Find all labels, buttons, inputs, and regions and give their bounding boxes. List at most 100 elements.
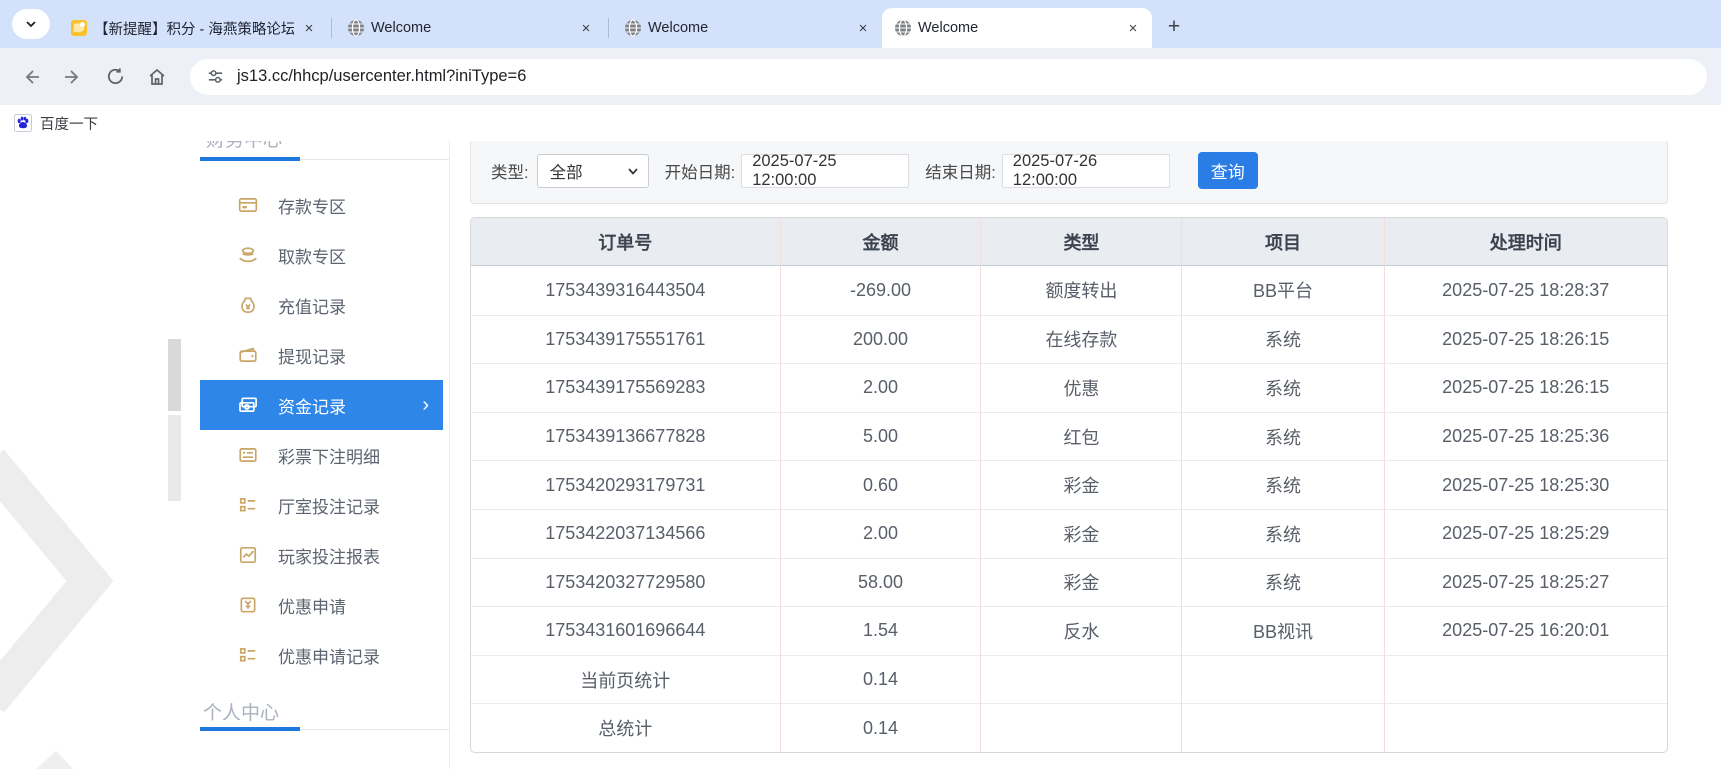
- watermark-chevrons: [0, 339, 181, 769]
- type-select[interactable]: 全部: [536, 153, 649, 188]
- site-settings-tune-icon: [208, 70, 223, 83]
- sidebar-menu: 存款专区 取款专区 充值记录 提现记录 资金记录 › 彩票下注明细 厅室投注记录: [200, 180, 449, 680]
- table-cell: [1383, 654, 1667, 704]
- table-cell: [1181, 703, 1384, 752]
- table-cell: 200.00: [779, 314, 981, 364]
- table-cell: 1753439316443504: [545, 279, 706, 300]
- url-bar[interactable]: js13.cc/hhcp/usercenter.html?iniType=6: [190, 58, 1707, 95]
- sidebar-item-deposit-card[interactable]: 存款专区: [200, 180, 449, 230]
- table-cell: 红包: [980, 411, 1182, 461]
- table-cell: 彩金: [980, 508, 1182, 558]
- sidebar-item-recharge-bag[interactable]: 充值记录: [200, 280, 449, 330]
- sidebar-item-promo-record[interactable]: 优惠申请记录: [200, 630, 449, 680]
- type-label: 类型:: [491, 163, 529, 182]
- table-cell: [980, 703, 1182, 752]
- table-cell: 0.60: [779, 460, 981, 509]
- table-cell: 额度转出: [980, 266, 1181, 315]
- tab-close-icon[interactable]: ×: [1124, 19, 1142, 37]
- browser-toolbar: js13.cc/hhcp/usercenter.html?iniType=6: [0, 48, 1721, 105]
- reload-button[interactable]: [98, 60, 132, 94]
- tab-close-icon[interactable]: ×: [854, 19, 872, 37]
- table-cell: 2025-07-25 18:25:27: [1383, 557, 1667, 607]
- table-cell: 1753439136677828: [471, 411, 780, 461]
- funds-record-table: 订单号 金额 类型 项目 处理时间 1753439316443504 -269.00 额度转…: [470, 217, 1668, 753]
- bookmark-label: 百度一下: [40, 116, 98, 133]
- table-cell: 0.14: [779, 703, 981, 752]
- back-button[interactable]: [14, 60, 48, 94]
- tab-title: Welcome: [918, 20, 979, 36]
- table-cell: [1181, 654, 1384, 704]
- tab-list: 【新提醒】积分 - 海燕策略论坛 × Welcome × Welcome × W…: [58, 0, 1152, 48]
- tab-title: 【新提醒】积分 - 海燕策略论坛: [94, 21, 294, 38]
- table-cell: 彩金: [980, 460, 1182, 509]
- table-cell: 总统计: [471, 703, 780, 752]
- tab-search-button[interactable]: [12, 9, 50, 39]
- table-cell: 2.00: [779, 508, 981, 558]
- table-row: 1753439136677828 5.00 红包 系统 2025-07-25 18:25…: [471, 411, 1667, 461]
- table-cell: 2025-07-25 18:25:30: [1383, 460, 1667, 509]
- table-cell: 0.14: [779, 654, 981, 704]
- withdraw-wallet-icon: [238, 345, 258, 365]
- new-tab-button[interactable]: +: [1160, 13, 1188, 41]
- hall-bet-icon: [238, 495, 258, 515]
- sidebar-item-label: 玩家投注报表: [278, 547, 380, 567]
- sidebar-item-withdraw-wallet[interactable]: 提现记录: [200, 330, 449, 380]
- bookmark-baidu[interactable]: 百度一下: [14, 113, 98, 134]
- sidebar-item-funds-record[interactable]: 资金记录 ›: [200, 380, 443, 430]
- table-cell: 2025-07-25 18:28:37: [1383, 266, 1667, 315]
- section-divider: [200, 727, 449, 731]
- summary-row: 当前页统计 0.14: [471, 654, 1667, 704]
- start-date-input[interactable]: 2025-07-25 12:00:00: [741, 152, 910, 189]
- table-cell: 系统: [1181, 460, 1384, 509]
- sidebar-item-player-report[interactable]: 玩家投注报表: [200, 530, 449, 580]
- type-select-value: 全部: [549, 163, 583, 182]
- table-cell: 2025-07-25 16:20:01: [1383, 606, 1667, 655]
- sidebar-item-label: 彩票下注明细: [278, 447, 380, 467]
- active-item-arrow-icon: ›: [422, 393, 429, 416]
- tab-title: Welcome: [371, 20, 432, 36]
- table-cell: 2025-07-25 18:25:29: [1383, 508, 1667, 558]
- table-row: 1753420327729580 58.00 彩金 系统 2025-07-25 18:2…: [471, 557, 1667, 607]
- table-cell: 1753420327729580: [471, 557, 780, 607]
- sidebar-item-promo-apply[interactable]: 优惠申请: [200, 580, 449, 630]
- table-cell: -269.00: [779, 266, 981, 315]
- table-row: 1753439316443504 -269.00 额度转出 BB平台 2025-07-2…: [471, 266, 1667, 315]
- column-header: 项目: [1181, 218, 1384, 266]
- search-button[interactable]: 查询: [1197, 152, 1258, 189]
- url-text: js13.cc/hhcp/usercenter.html?iniType=6: [237, 67, 527, 85]
- sidebar-item-label: 优惠申请记录: [278, 647, 380, 667]
- table-cell: BB平台: [1181, 266, 1383, 315]
- filter-bar: 类型: 全部 开始日期: 2025-07-25 12:00:00 结束日期: 2…: [470, 141, 1668, 204]
- browser-tab[interactable]: Welcome ×: [335, 8, 605, 48]
- select-chevron-icon: [627, 167, 638, 175]
- table-header-row: 订单号 金额 类型 项目 处理时间: [471, 218, 1667, 266]
- sidebar-item-label: 取款专区: [278, 247, 346, 267]
- table-cell: 当前页统计: [471, 654, 780, 704]
- globe-favicon-icon: [624, 19, 642, 37]
- forum-favicon-icon: [70, 19, 88, 37]
- tab-title: Welcome: [648, 20, 709, 36]
- tab-close-icon[interactable]: ×: [577, 19, 595, 37]
- browser-tab[interactable]: Welcome ×: [612, 8, 882, 48]
- table-cell: 1.54: [779, 606, 981, 655]
- column-header: 订单号: [471, 218, 780, 266]
- table-cell: 5.00: [779, 411, 981, 461]
- table-cell: 2025-07-25 18:26:15: [1383, 363, 1667, 412]
- browser-tab[interactable]: 【新提醒】积分 - 海燕策略论坛 ×: [58, 8, 328, 48]
- table-cell: 系统: [1181, 363, 1384, 412]
- player-report-icon: [238, 545, 258, 565]
- globe-favicon-icon: [347, 19, 365, 37]
- tab-close-icon[interactable]: ×: [300, 19, 318, 37]
- withdraw-hand-icon: [238, 245, 258, 265]
- browser-tab[interactable]: Welcome ×: [882, 8, 1152, 48]
- home-button[interactable]: [140, 60, 174, 94]
- table-row: 1753439175551761 200.00 在线存款 系统 2025-07-25 1…: [471, 314, 1667, 364]
- sidebar-item-withdraw-hand[interactable]: 取款专区: [200, 230, 449, 280]
- sidebar-item-lottery-detail[interactable]: 彩票下注明细: [200, 430, 449, 480]
- forward-button[interactable]: [56, 60, 90, 94]
- sidebar-section-personal: 个人中心: [203, 703, 280, 724]
- sidebar-item-hall-bet[interactable]: 厅室投注记录: [200, 480, 449, 530]
- column-header: 类型: [980, 218, 1182, 266]
- table-cell: 1753422037134566: [471, 508, 780, 558]
- end-date-input[interactable]: 2025-07-26 12:00:00: [1001, 152, 1170, 189]
